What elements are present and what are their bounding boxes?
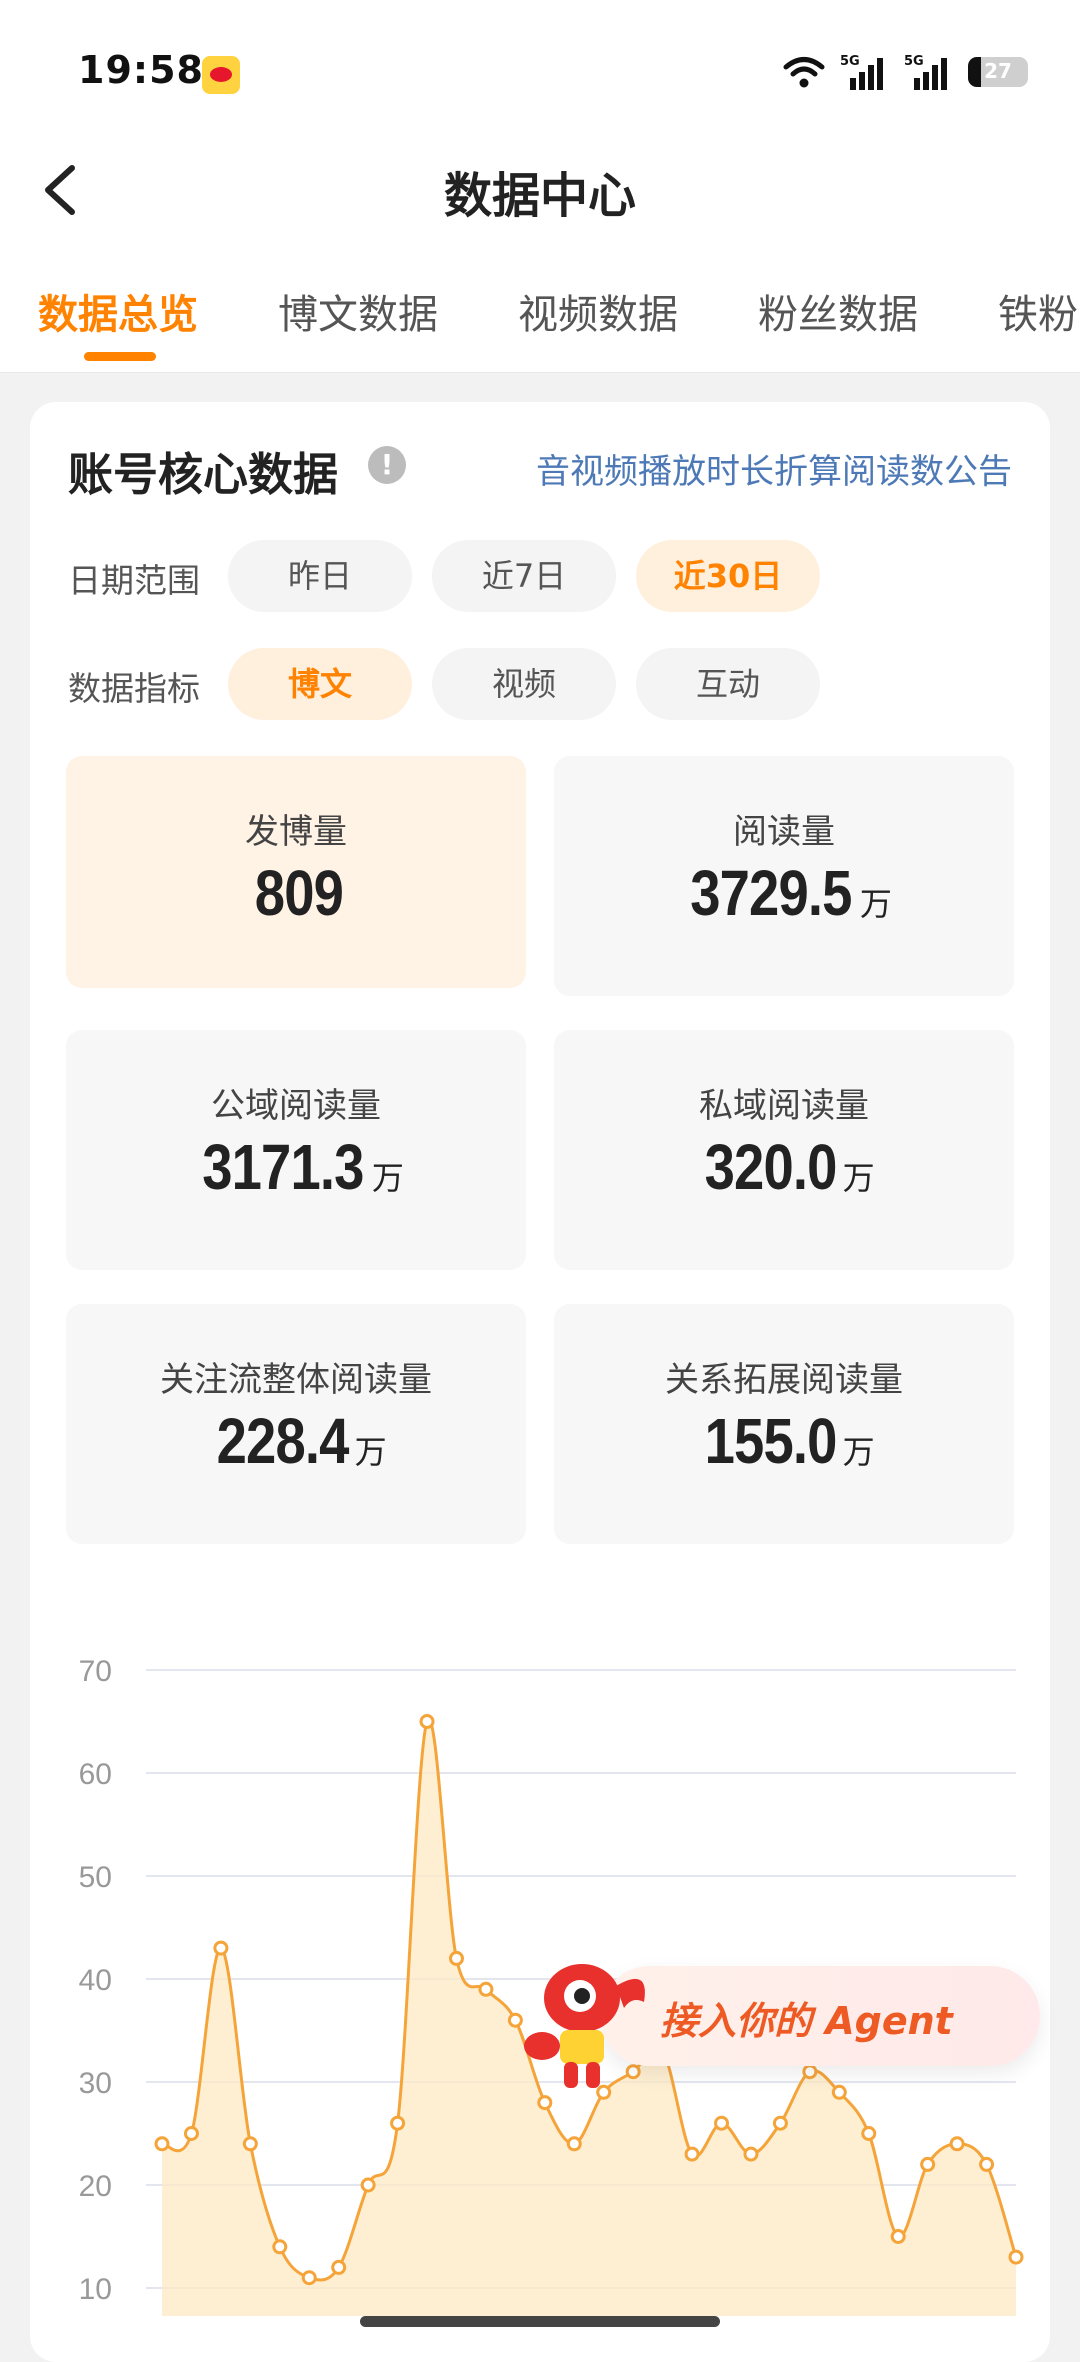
stat-relation-reads[interactable]: 关系拓展阅读量 155.0 万 [554, 1304, 1014, 1544]
stat-value: 3171.3 [202, 1131, 364, 1203]
signal-icon: 5G [840, 54, 883, 90]
data-point[interactable] [331, 2259, 347, 2275]
data-point[interactable] [979, 2156, 995, 2172]
notice-link[interactable]: 音视频播放时长折算阅读数公告 [536, 444, 1012, 493]
stat-label: 私域阅读量 [699, 1086, 869, 1126]
weibo-icon [202, 56, 240, 94]
metric-label: 数据指标 [68, 669, 200, 708]
y-tick-label: 20 [79, 2170, 112, 2203]
battery-level: 27 [984, 59, 1012, 83]
battery-icon: 27 [968, 57, 1028, 87]
stat-follow-feed-reads[interactable]: 关注流整体阅读量 228.4 万 [66, 1304, 526, 1544]
data-point[interactable] [390, 2115, 406, 2131]
data-point[interactable] [242, 2136, 258, 2152]
stat-label: 发博量 [245, 812, 347, 852]
data-point[interactable] [154, 2136, 170, 2152]
chip-7-days[interactable]: 近7日 [432, 540, 616, 612]
y-tick-label: 50 [79, 1861, 112, 1894]
status-bar: 19:58 5G 5G 27 [0, 0, 1080, 140]
stat-label: 关注流整体阅读量 [160, 1360, 432, 1400]
mascot-icon [524, 1964, 645, 2088]
date-range-label: 日期范围 [68, 561, 200, 600]
chip-interaction[interactable]: 互动 [636, 648, 820, 720]
y-tick-label: 10 [79, 2273, 112, 2306]
tab-underline [84, 352, 156, 361]
page-title: 数据中心 [443, 168, 636, 224]
stat-public-reads[interactable]: 公域阅读量 3171.3 万 [66, 1030, 526, 1270]
data-point[interactable] [890, 2229, 906, 2244]
info-icon[interactable]: ! [368, 446, 406, 484]
data-point[interactable] [213, 1940, 229, 1956]
data-point[interactable] [743, 2146, 759, 2162]
data-point[interactable] [537, 2095, 553, 2111]
signal-icon: 5G [904, 54, 947, 90]
svg-text:5G: 5G [904, 54, 924, 69]
data-point[interactable] [301, 2270, 317, 2286]
y-tick-label: 60 [79, 1758, 112, 1791]
stat-unit: 万 [842, 1433, 875, 1471]
data-point[interactable] [831, 2084, 847, 2100]
data-point[interactable] [920, 2156, 936, 2172]
data-point[interactable] [478, 1981, 494, 1997]
stat-value: 228.4 [217, 1405, 350, 1477]
wifi-icon [783, 57, 825, 88]
stat-post-count[interactable]: 发博量 809 [66, 756, 526, 988]
tab-posts[interactable]: 博文数据 [278, 282, 438, 340]
stat-value: 155.0 [705, 1405, 838, 1477]
chip-posts[interactable]: 博文 [228, 648, 412, 720]
data-point[interactable] [183, 2126, 199, 2141]
home-indicator[interactable] [360, 2316, 720, 2327]
svg-text:5G: 5G [840, 54, 860, 69]
y-tick-label: 40 [79, 1964, 112, 1997]
stat-label: 关系拓展阅读量 [665, 1360, 903, 1400]
stat-private-reads[interactable]: 私域阅读量 320.0 万 [554, 1030, 1014, 1270]
tab-fans[interactable]: 粉丝数据 [758, 282, 918, 340]
chip-yesterday[interactable]: 昨日 [228, 540, 412, 612]
tab-bar: 数据总览 博文数据 视频数据 粉丝数据 铁粉 [0, 260, 1080, 370]
card-title: 账号核心数据 [68, 448, 339, 501]
data-point[interactable] [272, 2239, 288, 2255]
chip-30-days[interactable]: 近30日 [636, 540, 820, 612]
data-point[interactable] [949, 2136, 965, 2152]
data-point[interactable] [1008, 2249, 1024, 2265]
data-point[interactable] [714, 2115, 730, 2131]
stat-label: 阅读量 [733, 812, 835, 852]
y-tick-label: 30 [79, 2067, 112, 2100]
agent-banner-label: 接入你的 Agent [660, 1999, 953, 2043]
stat-label: 公域阅读量 [211, 1086, 381, 1126]
data-point[interactable] [448, 1950, 464, 1966]
stat-value: 809 [254, 857, 344, 929]
nav-bar: 数据中心 [0, 140, 1080, 240]
tab-iron-fans[interactable]: 铁粉 [998, 282, 1078, 340]
data-point[interactable] [684, 2146, 700, 2162]
system-icons: 5G 5G 27 [782, 50, 1028, 94]
data-point[interactable] [772, 2115, 788, 2131]
stat-unit: 万 [354, 1433, 387, 1471]
stat-reads[interactable]: 阅读量 3729.5 万 [554, 756, 1014, 996]
y-tick-label: 70 [79, 1655, 112, 1688]
status-time: 19:58 [78, 48, 204, 92]
tab-videos[interactable]: 视频数据 [518, 282, 678, 340]
data-point[interactable] [861, 2126, 877, 2141]
stat-unit: 万 [859, 885, 892, 923]
chip-video[interactable]: 视频 [432, 648, 616, 720]
data-point[interactable] [360, 2177, 376, 2193]
tab-overview[interactable]: 数据总览 [38, 282, 198, 340]
agent-banner[interactable]: 接入你的 Agent [520, 1960, 1040, 2088]
stat-value: 320.0 [705, 1131, 838, 1203]
stat-unit: 万 [371, 1159, 404, 1197]
data-point[interactable] [566, 2136, 582, 2152]
stat-value: 3729.5 [690, 857, 852, 929]
data-point[interactable] [419, 1714, 435, 1729]
stat-unit: 万 [842, 1159, 875, 1197]
